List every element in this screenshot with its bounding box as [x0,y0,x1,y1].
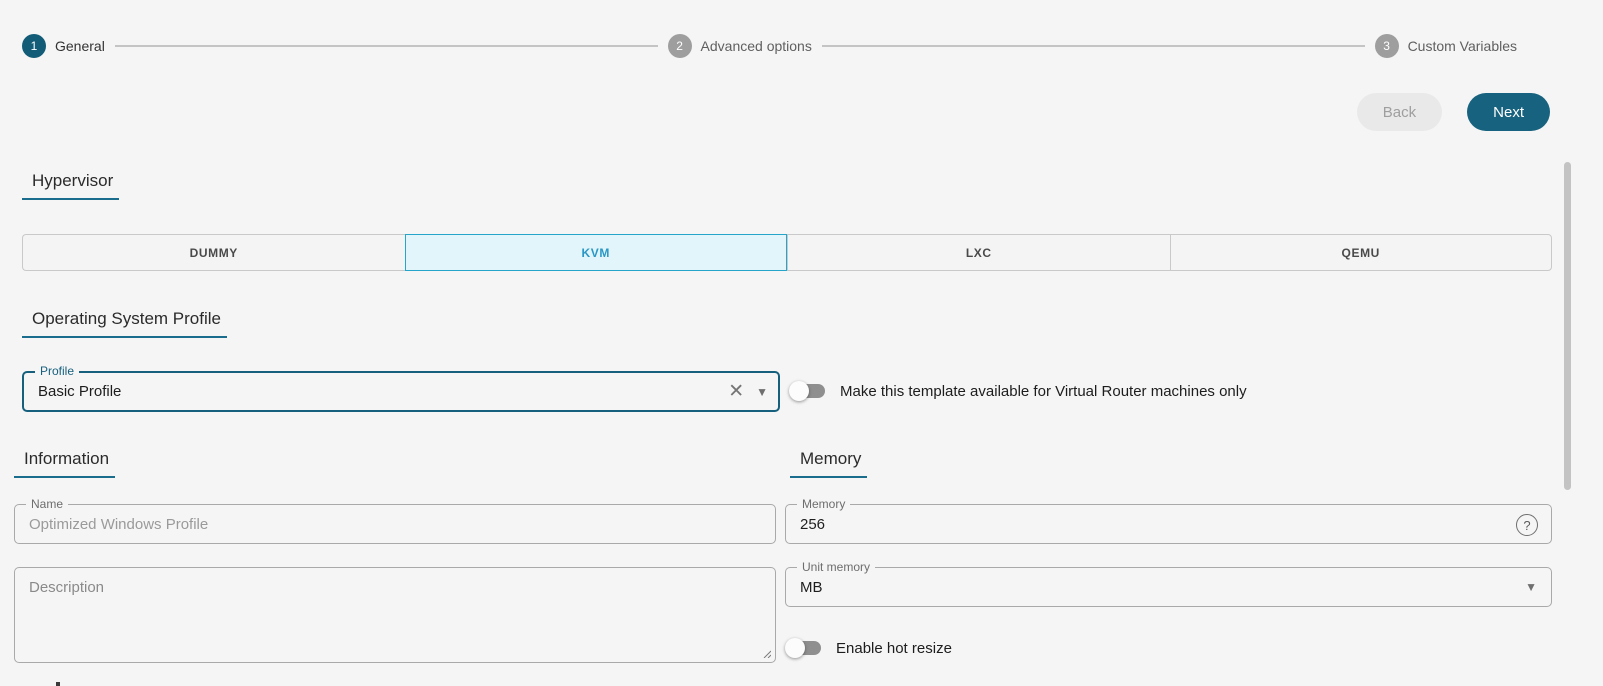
step-number-badge: 2 [667,34,692,58]
profile-select-value: Basic Profile [38,383,122,400]
memory-field-label: Memory [797,497,851,511]
description-field [14,567,776,663]
wizard-stepper: 1 General 2 Advanced options 3 Custom Va… [22,33,1517,59]
step-number-badge: 3 [1374,34,1399,58]
resize-handle-icon[interactable] [761,648,771,658]
profile-select[interactable]: Profile Basic Profile ✕ ▼ [22,364,780,412]
hot-resize-toggle-row: Enable hot resize [785,638,952,658]
clear-icon[interactable]: ✕ [728,382,744,401]
unit-memory-select[interactable]: Unit memory MB ▼ [785,560,1552,607]
step-number-badge: 1 [22,34,46,58]
information-heading: Information [14,449,116,478]
chevron-down-icon[interactable]: ▼ [756,386,768,398]
hypervisor-heading: Hypervisor [22,171,120,200]
chevron-down-icon[interactable]: ▼ [1525,568,1537,606]
step-label: Custom Variables [1407,38,1518,54]
step-custom-variables[interactable]: 3 Custom Variables [1374,34,1518,58]
help-icon[interactable]: ? [1516,514,1538,536]
vrouter-toggle-label: Make this template available for Virtual… [840,382,1247,400]
step-label: Advanced options [700,38,812,54]
os-profile-heading: Operating System Profile [22,309,227,338]
name-input[interactable] [15,505,775,543]
step-label: General [55,38,105,54]
vertical-scrollbar-thumb[interactable] [1564,162,1571,490]
description-textarea[interactable] [15,568,775,662]
next-button[interactable]: Next [1467,93,1550,131]
hypervisor-option-qemu[interactable]: QEMU [1169,234,1552,271]
memory-heading: Memory [790,449,868,478]
step-advanced-options[interactable]: 2 Advanced options [667,34,812,58]
hypervisor-option-kvm[interactable]: KVM [404,234,787,271]
memory-field: Memory ? [785,497,1552,544]
hypervisor-option-lxc[interactable]: LXC [787,234,1170,271]
toggle-knob [789,381,809,401]
vrouter-toggle[interactable] [789,381,826,401]
memory-input[interactable] [786,505,1551,543]
hot-resize-toggle[interactable] [785,638,822,658]
vrouter-toggle-row: Make this template available for Virtual… [789,381,1247,401]
back-button[interactable]: Back [1356,93,1443,131]
unit-memory-value: MB [800,578,823,596]
toggle-knob [785,638,805,658]
hypervisor-button-group: DUMMY KVM LXC QEMU [22,234,1552,271]
hot-resize-toggle-label: Enable hot resize [836,639,952,657]
hypervisor-option-dummy[interactable]: DUMMY [22,234,405,271]
next-section-cropped-text [56,682,60,686]
stepper-connector [114,45,658,47]
name-field-label: Name [26,497,69,511]
stepper-connector [821,45,1365,47]
name-field: Name [14,497,776,544]
step-general[interactable]: 1 General [22,34,105,58]
wizard-actions: Back Next [1356,93,1550,131]
